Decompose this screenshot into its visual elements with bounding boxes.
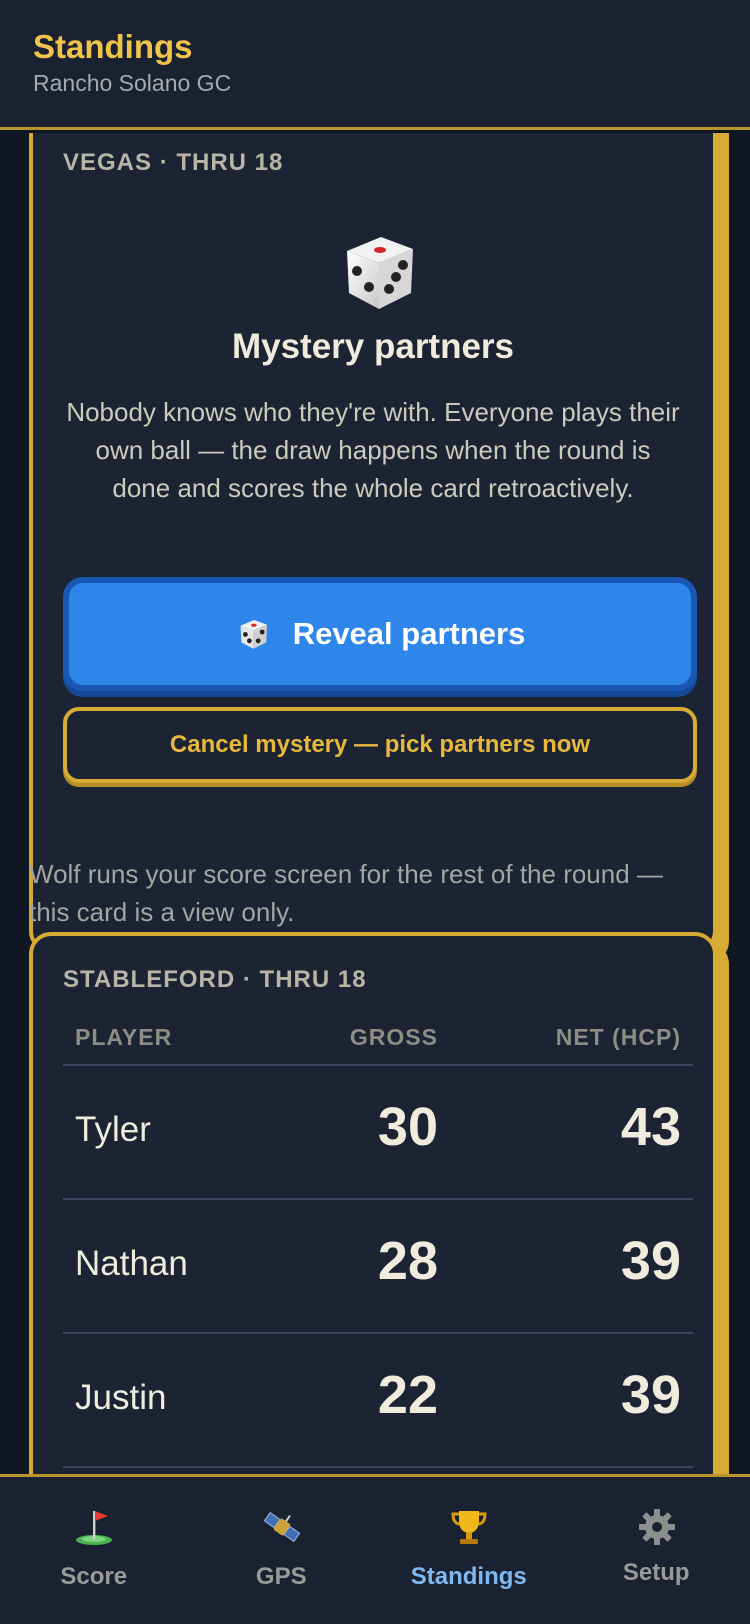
- bottom-nav: Score GPS Standings Setup: [0, 1474, 750, 1624]
- gross-score: 22: [377, 1365, 438, 1425]
- satellite-icon: [263, 1511, 300, 1543]
- mystery-title: Mystery partners: [231, 327, 515, 366]
- nav-label-setup: Setup: [622, 1559, 690, 1586]
- net-score: 39: [620, 1231, 681, 1291]
- vegas-card-label: VEGAS · THRU 18: [63, 149, 284, 176]
- vegas-card: VEGAS · THRU 18 Mystery partners Nobody …: [29, 133, 717, 953]
- nav-tab-setup[interactable]: Setup: [563, 1477, 750, 1624]
- player-name: Tyler: [75, 1110, 151, 1149]
- nav-label-standings: Standings: [410, 1563, 527, 1590]
- table-header: PLAYER GROSS NET (HCP): [63, 1016, 693, 1066]
- standings-screen: Standings Rancho Solano GC VEGAS · THRU …: [0, 0, 750, 1624]
- mystery-description: Nobody knows who they're with. Everyone …: [66, 397, 680, 503]
- dice-icon: [347, 237, 413, 309]
- gear-icon: [638, 1509, 675, 1545]
- cancel-mystery-button[interactable]: Cancel mystery — pick partners now: [63, 707, 697, 783]
- table-row: Justin 22 39: [63, 1334, 693, 1468]
- player-name: Nathan: [75, 1244, 188, 1283]
- standings-table: PLAYER GROSS NET (HCP) Tyler 30 43 Natha…: [63, 1016, 693, 1468]
- gross-score: 28: [377, 1231, 438, 1291]
- dice-icon: [240, 620, 267, 649]
- reveal-partners-label: Reveal partners: [292, 616, 526, 651]
- page-title: Standings: [33, 28, 193, 65]
- nav-tab-gps[interactable]: GPS: [188, 1477, 376, 1624]
- nav-tab-score[interactable]: Score: [0, 1477, 188, 1624]
- nav-label-score: Score: [60, 1563, 128, 1590]
- nav-label-gps: GPS: [255, 1563, 307, 1590]
- course-name: Rancho Solano GC: [33, 70, 232, 96]
- net-score: 43: [620, 1097, 681, 1157]
- player-name: Justin: [75, 1378, 167, 1417]
- table-row: Tyler 30 43: [63, 1066, 693, 1200]
- nav-tab-standings[interactable]: Standings: [375, 1477, 563, 1624]
- wolf-note: Wolf runs your score screen for the rest…: [29, 859, 663, 927]
- reveal-partners-button[interactable]: Reveal partners: [63, 577, 697, 691]
- column-header-gross: GROSS: [349, 1024, 438, 1050]
- app-header: Standings Rancho Solano GC: [0, 0, 750, 130]
- scroll-content[interactable]: VEGAS · THRU 18 Mystery partners Nobody …: [0, 133, 750, 1477]
- stableford-card-label: STABLEFORD · THRU 18: [63, 966, 367, 993]
- trophy-icon: [451, 1511, 487, 1544]
- stableford-card: STABLEFORD · THRU 18 PLAYER GROSS NET (H…: [29, 932, 717, 1477]
- gross-score: 30: [377, 1097, 438, 1157]
- net-score: 39: [620, 1365, 681, 1425]
- golf-flag-icon: [76, 1511, 112, 1545]
- column-header-player: PLAYER: [75, 1024, 173, 1050]
- table-row: Nathan 28 39: [63, 1200, 693, 1334]
- column-header-net: NET (HCP): [555, 1024, 681, 1050]
